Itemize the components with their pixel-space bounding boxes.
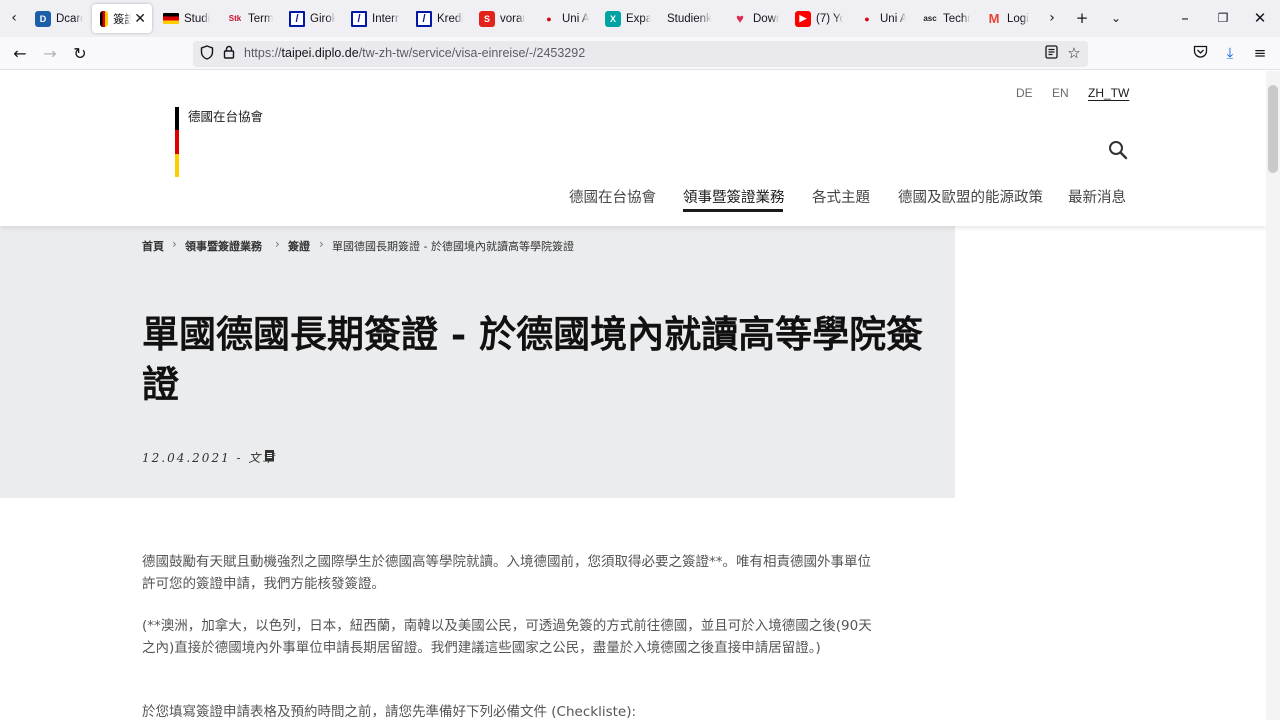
web-page: 德國在台協會 DE EN ZH_TW 德國在台協會 領事暨簽證業務 各式主題 德…: [0, 71, 1266, 720]
nav-item-topics[interactable]: 各式主題: [812, 186, 870, 207]
gmail-icon: M: [988, 11, 1000, 26]
german-eagle-icon: [100, 10, 108, 27]
deutsche-bank-icon: /: [351, 10, 367, 27]
tab-title: Kredi: [437, 12, 463, 25]
tab-title: Techn: [943, 12, 970, 25]
browser-tab[interactable]: / Intern: [343, 4, 406, 33]
german-flag-bar: [175, 107, 179, 177]
tabs-scroll-left-icon[interactable]: ‹: [4, 8, 24, 28]
document-icon: [265, 450, 274, 461]
language-de[interactable]: DE: [1016, 86, 1033, 100]
tab-title: 簽證: [113, 13, 132, 26]
page-title: 單國德國長期簽證 - 於德國境內就讀高等學院簽證: [142, 312, 924, 406]
url-text[interactable]: https://taipei.diplo.de/tw-zh-tw/service…: [244, 46, 585, 60]
browser-tab[interactable]: D Dcard: [27, 4, 89, 33]
tab-title: Expat: [626, 12, 651, 25]
tab-title: Girok: [310, 12, 335, 25]
intro-paragraph: 德國鼓勵有天賦且動機強烈之國際學生於德國高等學院就讀。入境德國前，您須取得必要之…: [142, 554, 871, 592]
browser-tab[interactable]: ♥ Down: [724, 4, 785, 33]
breadcrumb-consular[interactable]: 領事暨簽證業務: [185, 238, 262, 254]
breadcrumb-current: 單國德國長期簽證 - 於德國境內就讀高等學院簽證: [332, 240, 574, 253]
breadcrumb-visa[interactable]: 簽證: [288, 238, 310, 254]
flag-red-stripe: [175, 130, 179, 154]
uni-icon: ●: [864, 13, 870, 24]
nav-item-consular-visa[interactable]: 領事暨簽證業務: [683, 186, 785, 207]
shield-icon[interactable]: [199, 45, 215, 61]
sparkasse-icon: S: [479, 10, 495, 27]
expat-icon: X: [605, 10, 621, 27]
browser-tab[interactable]: Studi: [155, 4, 217, 33]
dcard-icon: D: [35, 10, 51, 27]
breadcrumb-chevron-icon: ›: [172, 237, 177, 251]
meta-separator: -: [230, 451, 249, 465]
browser-tab[interactable]: ● Uni A: [533, 4, 595, 33]
reader-view-icon[interactable]: [1043, 45, 1059, 61]
uni-icon: ●: [546, 13, 552, 24]
restore-button[interactable]: ❐: [1212, 7, 1234, 29]
breadcrumb-chevron-icon: ›: [319, 237, 324, 251]
stk-icon: Stk: [228, 14, 242, 23]
menu-icon[interactable]: ≡: [1252, 45, 1268, 61]
language-en[interactable]: EN: [1052, 86, 1069, 100]
browser-tab[interactable]: / Girok: [281, 4, 341, 33]
site-header: 德國在台協會 DE EN ZH_TW 德國在台協會 領事暨簽證業務 各式主題 德…: [0, 71, 1266, 226]
lock-icon[interactable]: [221, 45, 237, 61]
tab-title: Down: [753, 12, 779, 25]
flag-gold-stripe: [175, 153, 179, 177]
tab-title: Studienk: [667, 12, 712, 25]
tab-title: Uni A: [562, 12, 589, 25]
new-tab-button[interactable]: +: [1071, 7, 1093, 29]
list-all-tabs-button[interactable]: ⌄: [1105, 7, 1127, 29]
deutsche-bank-icon: /: [416, 10, 432, 27]
scrollbar-thumb[interactable]: [1268, 85, 1278, 173]
site-logo-text[interactable]: 德國在台協會: [188, 106, 263, 125]
tab-title: vorau: [500, 12, 525, 25]
tabs-scroll-right-icon[interactable]: ›: [1042, 8, 1062, 28]
flag-black-stripe: [175, 107, 179, 131]
nav-item-ait[interactable]: 德國在台協會: [569, 186, 656, 207]
browser-tab[interactable]: / Kredi: [408, 4, 469, 33]
downloads-icon[interactable]: ⤓: [1222, 45, 1238, 61]
browser-tab[interactable]: Studienk: [659, 4, 722, 33]
article-date: 12.04.2021: [142, 451, 231, 465]
browser-tab[interactable]: 簽證 ✕: [92, 4, 152, 33]
checklist-paragraph: 於您填寫簽證申請表格及預約時間之前，請您先準備好下列必備文件 (Checklis…: [142, 704, 637, 720]
back-button[interactable]: ←: [8, 42, 32, 66]
tab-title: Uni A: [880, 12, 906, 25]
forward-button[interactable]: →: [38, 42, 62, 66]
close-window-button[interactable]: ✕: [1249, 7, 1271, 29]
minimize-button[interactable]: –: [1174, 7, 1196, 29]
german-flag-icon: [163, 13, 179, 24]
asc-icon: asc: [923, 14, 937, 23]
browser-tab[interactable]: Stk Termi: [219, 4, 279, 33]
visa-exemption-paragraph: (**澳洲，加拿大，以色列，日本，紐西蘭，南韓以及美國公民，可透過免簽的方式前往…: [142, 618, 872, 656]
pocket-icon[interactable]: [1192, 45, 1208, 61]
bookmark-star-icon[interactable]: ☆: [1066, 45, 1082, 61]
nav-item-energy-policy[interactable]: 德國及歐盟的能源政策: [898, 186, 1043, 207]
deutsche-bank-icon: /: [289, 10, 305, 27]
browser-tab[interactable]: ● Uni A: [851, 4, 912, 33]
breadcrumb-chevron-icon: ›: [275, 237, 280, 251]
tab-title: Dcard: [56, 12, 83, 25]
nav-active-underline: [683, 209, 783, 212]
browser-tab[interactable]: M Login: [978, 4, 1035, 33]
tab-title: Termi: [248, 12, 273, 25]
breadcrumb-home[interactable]: 首頁: [142, 238, 164, 254]
article-meta: 12.04.2021 - 文章: [142, 449, 276, 466]
browser-tab[interactable]: X Expat: [597, 4, 657, 33]
language-zh-tw[interactable]: ZH_TW: [1088, 86, 1129, 100]
youtube-icon: ▶: [795, 10, 811, 27]
close-tab-icon[interactable]: ✕: [131, 10, 146, 27]
nav-item-news[interactable]: 最新消息: [1068, 186, 1126, 207]
search-icon[interactable]: [1108, 140, 1128, 160]
heart-icon: ♥: [736, 11, 744, 26]
browser-tab[interactable]: asc Techn: [914, 4, 976, 33]
browser-tab[interactable]: ▶ (7) Yo: [787, 4, 849, 33]
reload-button[interactable]: ↻: [68, 42, 92, 66]
tab-title: (7) Yo: [816, 12, 843, 25]
browser-tab[interactable]: Svorau: [471, 4, 531, 33]
tab-title: Intern: [372, 12, 400, 25]
tab-title: Login: [1007, 12, 1029, 25]
tab-title: Studi: [184, 12, 211, 25]
